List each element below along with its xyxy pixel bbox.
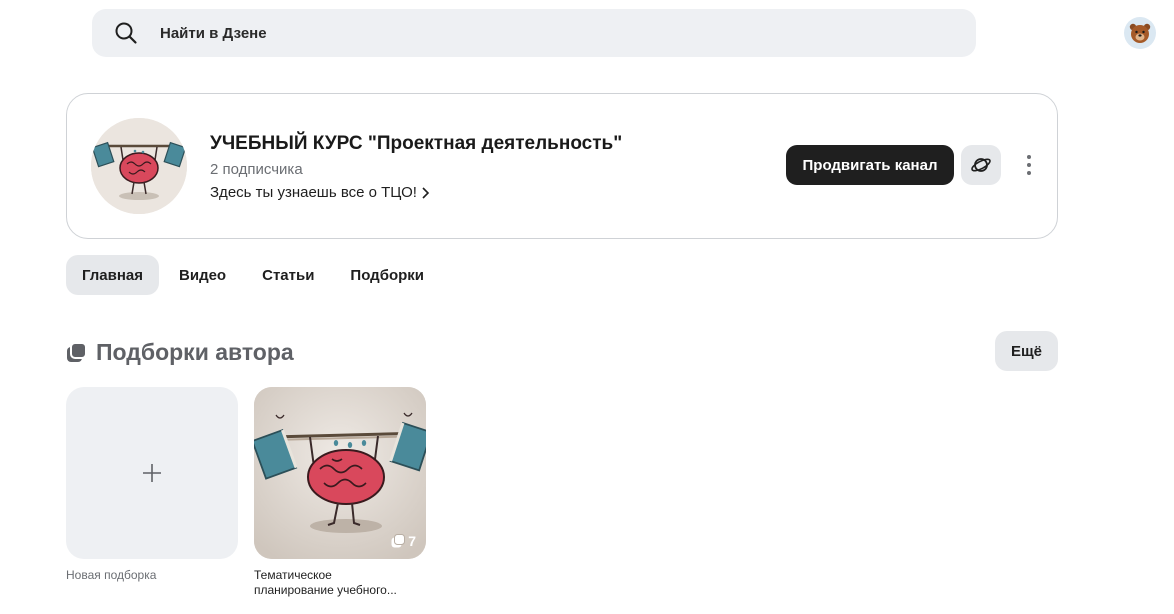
user-avatar[interactable] xyxy=(1124,17,1156,49)
collection-title-line-1: Тематическое xyxy=(254,568,332,582)
chevron-right-icon xyxy=(422,186,430,199)
channel-title: УЧЕБНЫЙ КУРС "Проектная деятельность" xyxy=(210,133,623,154)
new-collection-label[interactable]: Новая подборка xyxy=(66,568,156,582)
tab-collections[interactable]: Подборки xyxy=(334,255,440,295)
channel-avatar[interactable] xyxy=(91,118,187,214)
brain-lifting-books-image xyxy=(91,118,187,214)
tab-articles[interactable]: Статьи xyxy=(246,255,330,295)
channel-description-link[interactable]: Здесь ты узнаешь все о ТЦО! xyxy=(210,184,430,201)
collections-icon xyxy=(391,534,406,548)
collection-count: 7 xyxy=(408,533,416,549)
tab-main[interactable]: Главная xyxy=(66,255,160,295)
collection-count-badge: 7 xyxy=(391,533,416,549)
search-icon xyxy=(115,22,137,44)
new-collection-card[interactable] xyxy=(66,387,238,559)
section-header: Подборки автора xyxy=(66,339,294,366)
more-vertical-icon[interactable] xyxy=(1017,145,1041,185)
more-button[interactable]: Ещё xyxy=(995,331,1058,371)
channel-header-card: УЧЕБНЫЙ КУРС "Проектная деятельность" 2 … xyxy=(66,93,1058,239)
collection-card[interactable]: 7 xyxy=(254,387,426,559)
bear-avatar-icon xyxy=(1129,23,1151,43)
subscriber-count: 2 подписчика xyxy=(210,161,303,178)
planet-button[interactable] xyxy=(961,145,1001,185)
collection-title-line-2: планирование учебного... xyxy=(254,583,397,597)
planet-icon xyxy=(971,158,991,172)
collections-icon xyxy=(67,341,87,362)
promote-channel-button[interactable]: Продвигать канал xyxy=(786,145,954,185)
channel-description: Здесь ты узнаешь все о ТЦО! xyxy=(210,184,417,201)
search-bar[interactable]: Найти в Дзене xyxy=(92,9,976,57)
channel-tabs: Главная Видео Статьи Подборки xyxy=(66,255,444,295)
section-title: Подборки автора xyxy=(96,339,294,365)
tab-video[interactable]: Видео xyxy=(163,255,242,295)
plus-icon xyxy=(143,464,161,482)
search-input[interactable]: Найти в Дзене xyxy=(160,25,267,42)
collection-title[interactable]: Тематическое планирование учебного... xyxy=(254,568,426,598)
